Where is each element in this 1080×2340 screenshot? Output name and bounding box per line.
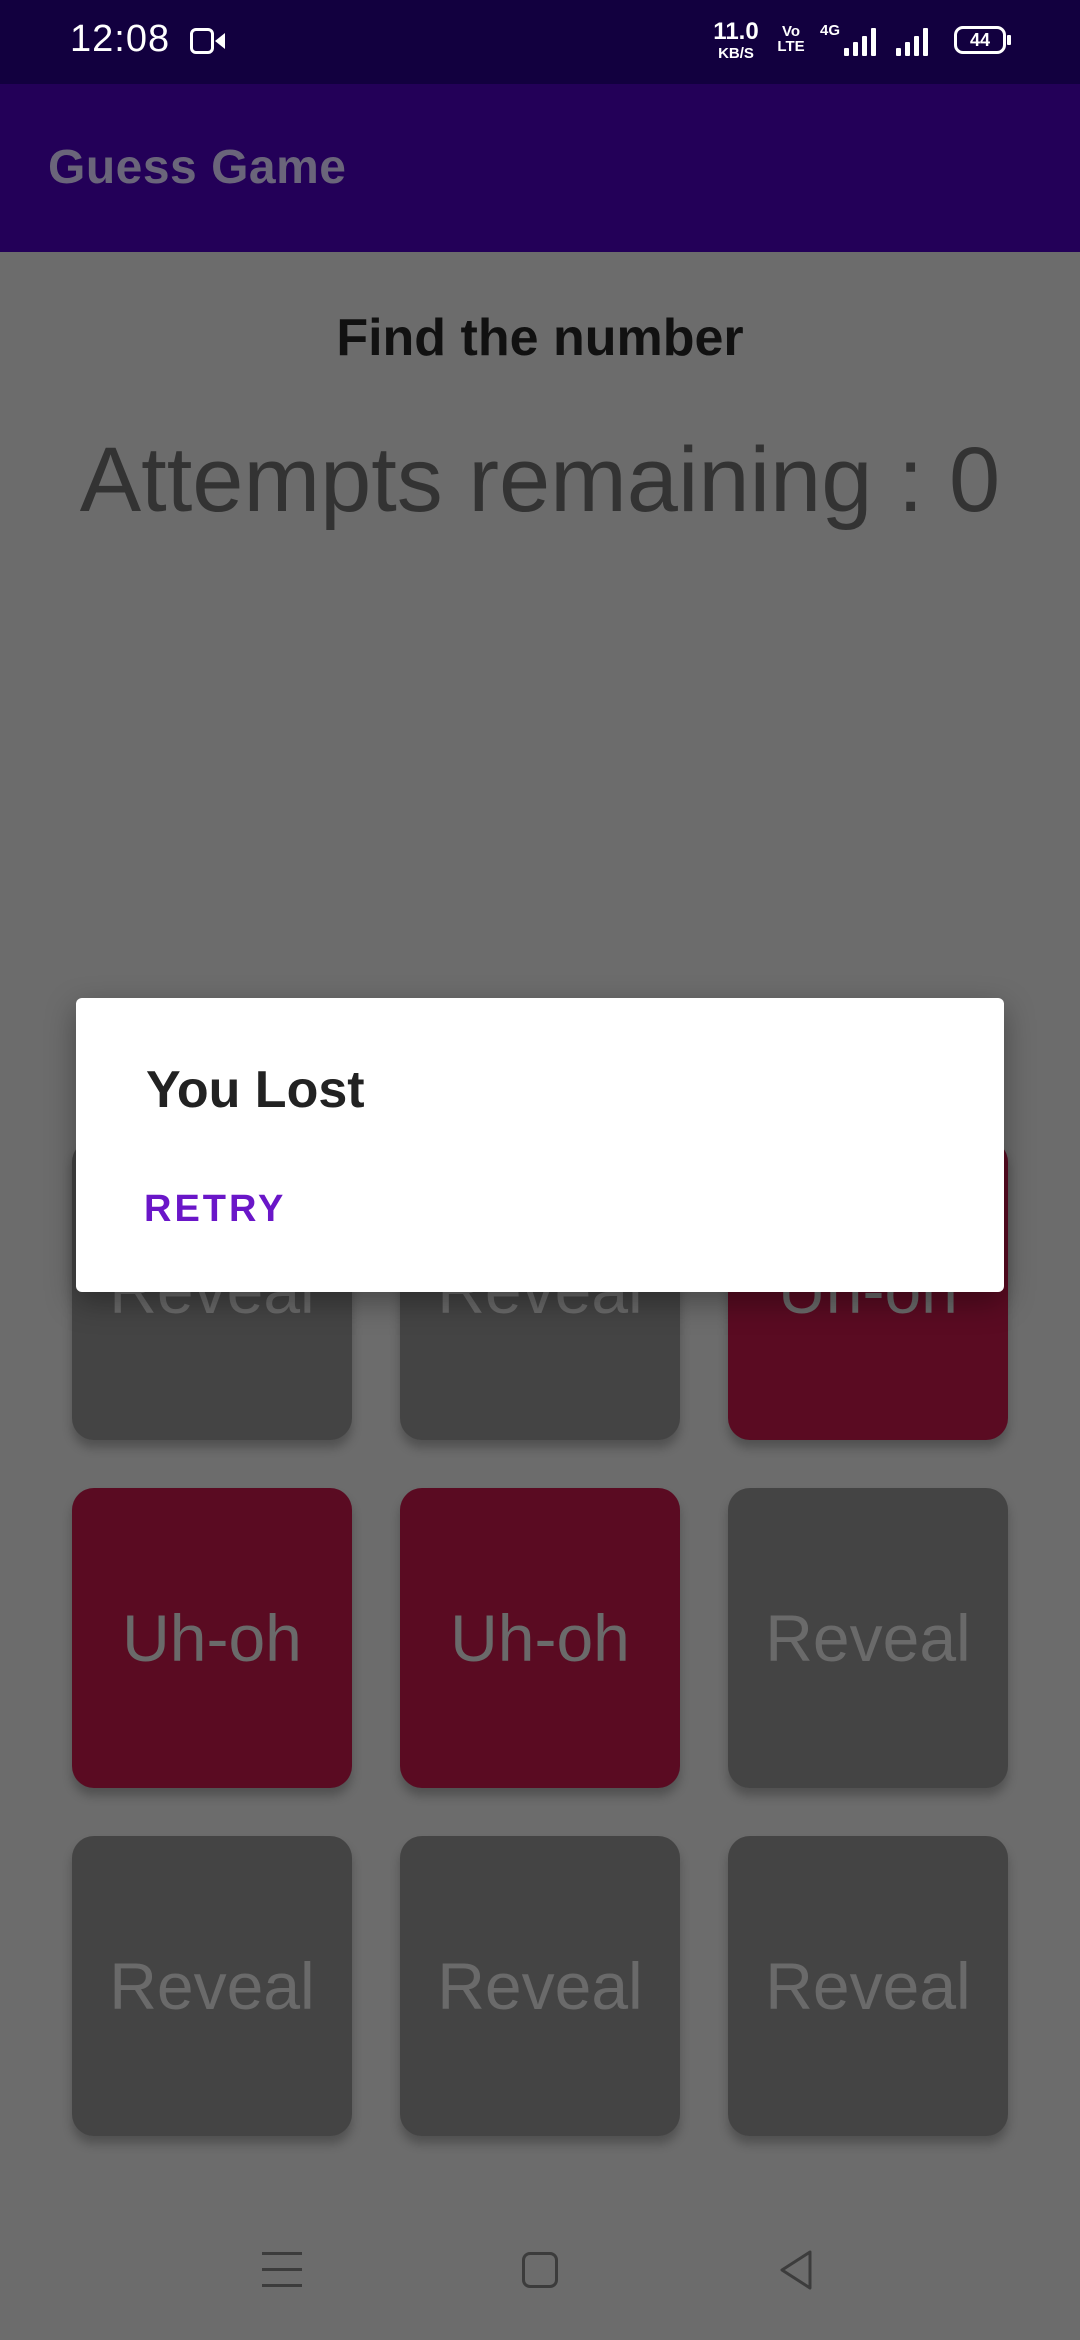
- volte-icon: Vo LTE: [777, 23, 805, 55]
- menu-icon[interactable]: [262, 2252, 302, 2288]
- tile-6[interactable]: Reveal: [728, 1488, 1008, 1788]
- battery-icon: 44: [954, 26, 1011, 54]
- tile-7[interactable]: Reveal: [72, 1836, 352, 2136]
- signal-icon: [844, 28, 884, 56]
- app-title: Guess Game: [48, 141, 347, 194]
- battery-level: 44: [969, 30, 991, 50]
- back-icon[interactable]: [776, 2248, 816, 2292]
- camera-icon: [190, 28, 225, 54]
- network-type-label: 4G: [820, 22, 841, 39]
- signal-icon-2: [896, 28, 936, 56]
- network-speed-unit: KB/S: [718, 45, 754, 62]
- status-time: 12:08: [70, 18, 171, 60]
- dialog-title: You Lost: [146, 1061, 365, 1119]
- tile-9[interactable]: Reveal: [728, 1836, 1008, 2136]
- tile-4[interactable]: Uh-oh: [72, 1488, 352, 1788]
- home-icon[interactable]: [522, 2252, 558, 2288]
- tile-5[interactable]: Uh-oh: [400, 1488, 680, 1788]
- navigation-bar: [0, 2160, 1080, 2340]
- status-bar: 12:08 11.0 KB/S Vo LTE 4G 44: [0, 0, 1080, 84]
- tile-8[interactable]: Reveal: [400, 1836, 680, 2136]
- network-speed-value: 11.0: [713, 18, 759, 45]
- app-bar: Guess Game: [0, 84, 1080, 252]
- network-speed: 11.0 KB/S: [708, 18, 764, 62]
- game-over-dialog: You Lost RETRY: [76, 998, 1004, 1292]
- retry-button[interactable]: RETRY: [144, 1188, 286, 1231]
